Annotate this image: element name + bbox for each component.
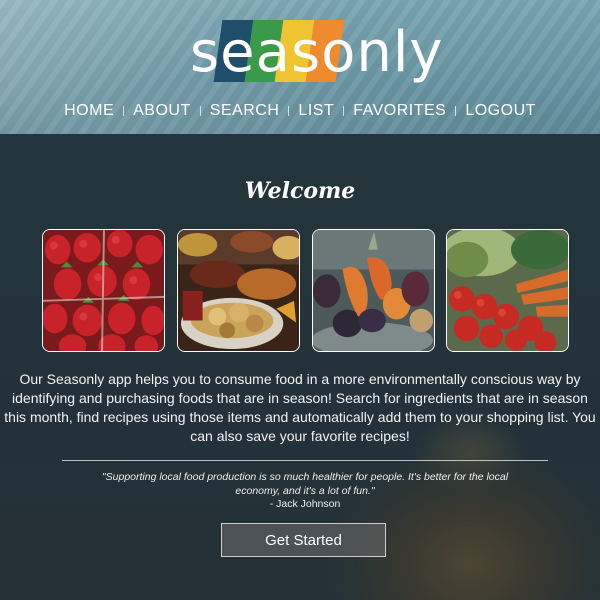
welcome-section: Welcome Our Seasonly app helps you to co…	[0, 134, 600, 600]
page-title: Welcome	[244, 178, 356, 204]
root-vegetables-photo	[312, 229, 435, 352]
divider	[62, 460, 548, 461]
nav-home[interactable]: HOME	[55, 102, 123, 120]
app-description: Our Seasonly app helps you to consume fo…	[4, 371, 596, 444]
logo-text: seasonly	[190, 20, 444, 85]
food-buffet-photo	[177, 229, 300, 352]
main-nav: HOME ABOUT SEARCH LIST FAVORITES LOGOUT	[0, 98, 600, 124]
seasonly-logo[interactable]: seasonly	[190, 18, 444, 88]
nav-about[interactable]: ABOUT	[124, 102, 200, 120]
testimonial-author: - Jack Johnson	[269, 498, 341, 510]
nav-favorites[interactable]: FAVORITES	[344, 102, 455, 120]
get-started-button[interactable]: Get Started	[221, 523, 386, 557]
nav-list[interactable]: LIST	[289, 102, 343, 120]
tomatoes-carrots-photo	[446, 229, 569, 352]
nav-search[interactable]: SEARCH	[201, 102, 289, 120]
testimonial-quote: "Supporting local food production is so …	[101, 471, 509, 497]
photo-gallery	[42, 229, 570, 353]
strawberries-photo	[42, 229, 165, 352]
nav-logout[interactable]: LOGOUT	[456, 102, 545, 120]
